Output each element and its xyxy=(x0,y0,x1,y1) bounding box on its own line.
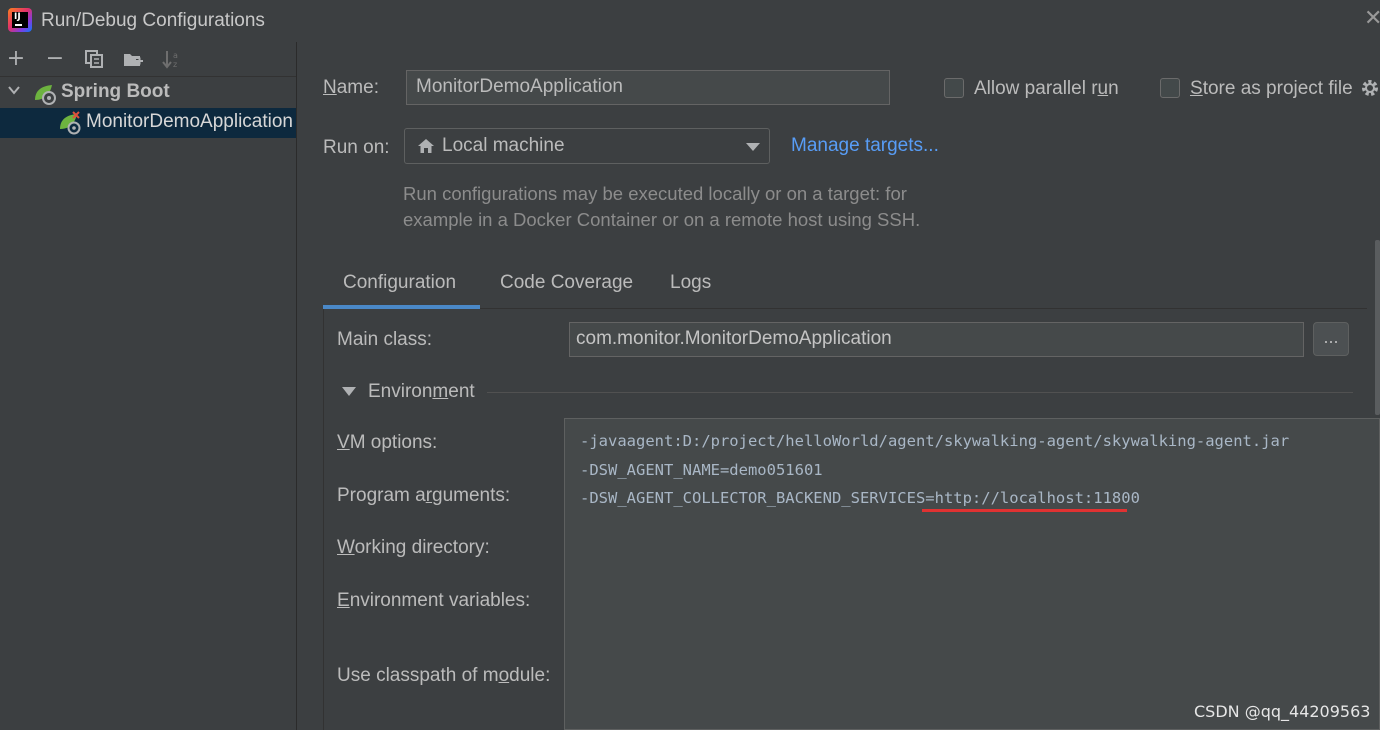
sort-icon[interactable]: az xyxy=(159,46,185,72)
name-field[interactable]: MonitorDemoApplication xyxy=(406,70,890,105)
tab-code-coverage[interactable]: Code Coverage xyxy=(500,272,633,294)
environment-section-label[interactable]: Environment xyxy=(368,381,475,403)
store-project-checkbox[interactable] xyxy=(1160,78,1180,98)
chevron-down-icon[interactable] xyxy=(7,83,21,97)
run-on-help-line-2: example in a Docker Container or on a re… xyxy=(403,209,921,230)
intellij-logo-icon: IJ xyxy=(8,8,32,32)
main-class-label: Main class: xyxy=(337,329,433,350)
browse-main-class-button[interactable]: ... xyxy=(1313,322,1349,356)
svg-text:a: a xyxy=(173,51,178,60)
copy-icon[interactable] xyxy=(81,46,107,72)
run-on-dropdown[interactable]: Local machine xyxy=(404,128,770,164)
vm-options-label: VM options: xyxy=(337,432,438,453)
vm-option-line[interactable]: -DSW_AGENT_COLLECTOR_BACKEND_SERVICES=ht… xyxy=(580,489,1140,507)
environment-collapse-icon[interactable] xyxy=(342,387,356,396)
run-on-help-line-1: Run configurations may be executed local… xyxy=(403,183,907,204)
allow-parallel-label: Allow parallel run xyxy=(974,78,1119,99)
sidebar-toolbar: + − az xyxy=(0,42,296,77)
gear-icon[interactable] xyxy=(1360,77,1380,99)
spring-boot-config-error-icon xyxy=(60,111,81,135)
environment-variables-label: Environment variables: xyxy=(337,590,531,611)
tab-logs[interactable]: Logs xyxy=(670,272,711,294)
environment-divider xyxy=(487,392,1353,393)
highlight-underline xyxy=(922,509,1127,512)
remove-icon[interactable]: − xyxy=(42,46,68,72)
manage-targets-link[interactable]: Manage targets... xyxy=(791,135,939,157)
main-class-field[interactable]: com.monitor.MonitorDemoApplication xyxy=(569,322,1304,357)
name-label: Name: xyxy=(323,77,379,98)
tree-item-monitor-demo[interactable]: MonitorDemoApplication xyxy=(0,108,296,138)
store-project-label: Store as project file xyxy=(1190,78,1353,99)
program-arguments-label: Program arguments: xyxy=(337,485,511,506)
new-folder-icon[interactable] xyxy=(120,46,146,72)
window-title: Run/Debug Configurations xyxy=(41,10,265,31)
working-directory-label: Working directory: xyxy=(337,537,490,558)
close-icon[interactable]: ✕ xyxy=(1364,6,1380,31)
home-icon xyxy=(418,139,434,153)
chevron-down-icon xyxy=(746,143,760,151)
svg-text:z: z xyxy=(173,60,177,69)
tree-item-label: MonitorDemoApplication xyxy=(86,111,293,132)
tree-group-spring-boot[interactable]: Spring Boot xyxy=(0,78,296,108)
vm-option-line[interactable]: -DSW_AGENT_NAME=demo051601 xyxy=(580,461,823,479)
watermark: CSDN @qq_44209563 xyxy=(1194,702,1371,721)
classpath-module-label: Use classpath of module: xyxy=(337,665,551,686)
spring-boot-icon xyxy=(35,85,56,105)
vm-option-line[interactable]: -javaagent:D:/project/helloWorld/agent/s… xyxy=(580,432,1289,450)
add-icon[interactable]: + xyxy=(3,46,29,72)
vm-options-expanded-editor[interactable]: -javaagent:D:/project/helloWorld/agent/s… xyxy=(564,418,1380,730)
configurations-sidebar: + − az Spring Boot MonitorDemoApplicatio… xyxy=(0,42,297,730)
title-bar: IJ Run/Debug Configurations ✕ xyxy=(0,0,1380,42)
tab-configuration[interactable]: Configuration xyxy=(343,272,456,294)
allow-parallel-checkbox[interactable] xyxy=(944,78,964,98)
tree-group-label: Spring Boot xyxy=(61,81,170,102)
run-on-value: Local machine xyxy=(442,135,565,156)
run-on-label: Run on: xyxy=(323,137,390,158)
scrollbar[interactable] xyxy=(1375,240,1380,415)
